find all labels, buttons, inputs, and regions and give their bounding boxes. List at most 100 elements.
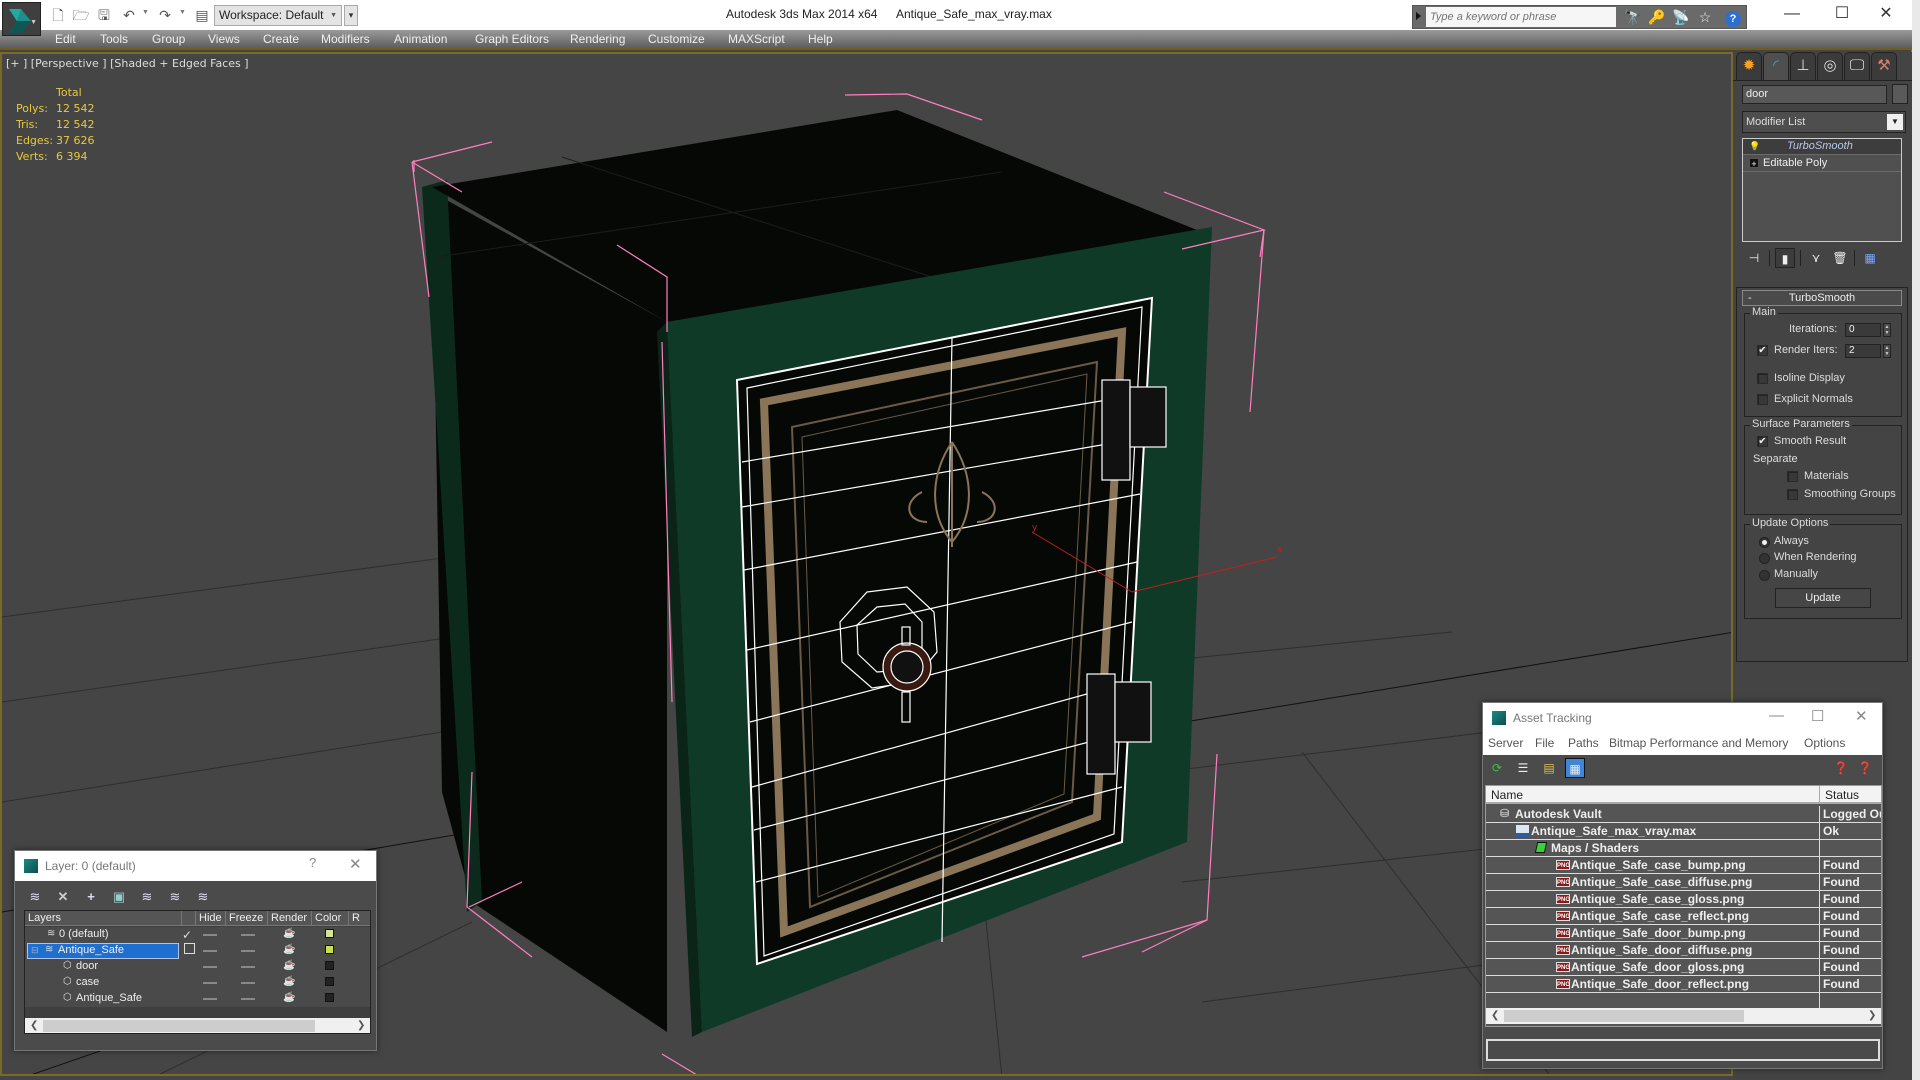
column-status[interactable]: Status xyxy=(1820,786,1881,804)
refresh-icon[interactable]: ⟳ xyxy=(1487,758,1507,778)
delete-layer-icon[interactable]: ✕ xyxy=(53,887,73,907)
hierarchy-tab[interactable]: ⊥ xyxy=(1790,52,1816,80)
when-rendering-radio[interactable] xyxy=(1759,553,1770,564)
menu-graph-editors[interactable]: Graph Editors xyxy=(475,32,549,46)
help-globe-icon[interactable]: ❓ xyxy=(1831,758,1851,778)
scroll-left-icon[interactable]: ❮ xyxy=(1491,1008,1499,1024)
save-file-icon[interactable]: 🖫 xyxy=(95,6,113,24)
menu-create[interactable]: Create xyxy=(263,32,299,46)
column-freeze[interactable]: Freeze xyxy=(226,911,268,926)
asset-row[interactable]: PNG Antique_Safe_case_diffuse.png Found xyxy=(1486,874,1881,891)
asset-row[interactable]: PNG Antique_Safe_case_reflect.png Found xyxy=(1486,908,1881,925)
menu-edit[interactable]: Edit xyxy=(55,32,76,46)
asset-row[interactable]: Maps / Shaders xyxy=(1486,840,1881,857)
menu-modifiers[interactable]: Modifiers xyxy=(321,32,370,46)
search-input[interactable] xyxy=(1426,7,1616,27)
project-folder-icon[interactable]: ▤ xyxy=(193,6,211,24)
menu-options[interactable]: Options xyxy=(1804,736,1845,750)
open-file-icon[interactable]: 🗁 xyxy=(72,6,90,24)
hide-toggle[interactable] xyxy=(203,998,217,1000)
quick-access-customize-button[interactable]: ▾ xyxy=(344,5,358,26)
tree-view-icon[interactable]: ▤ xyxy=(1539,758,1559,778)
modifier-list-dropdown[interactable]: Modifier List ▼ xyxy=(1742,111,1906,133)
help-icon[interactable]: ❓ xyxy=(1855,758,1875,778)
freeze-toggle[interactable] xyxy=(241,982,255,984)
manually-radio[interactable] xyxy=(1759,570,1770,581)
render-iters-spinner[interactable]: 2 xyxy=(1845,344,1881,358)
asset-row[interactable]: Antique_Safe_max_vray.max Ok xyxy=(1486,823,1881,840)
modify-tab[interactable]: ◜ xyxy=(1763,52,1789,80)
new-file-icon[interactable]: 🗋 xyxy=(49,6,67,24)
spinner-arrows-icon[interactable]: ▲ ▼ xyxy=(1883,323,1891,337)
create-layer-icon[interactable]: ≋ xyxy=(25,887,45,907)
menu-tools[interactable]: Tools xyxy=(100,32,128,46)
column-render[interactable]: Render xyxy=(268,911,312,926)
asset-row[interactable]: PNG Antique_Safe_door_bump.png Found xyxy=(1486,925,1881,942)
highlight-selected-layer-icon[interactable]: ≋ xyxy=(137,887,157,907)
column-current[interactable] xyxy=(182,911,196,926)
binoculars-search-icon[interactable]: 🔭 xyxy=(1623,8,1643,26)
layer-row[interactable]: ⬡ case ☕ xyxy=(25,975,370,991)
maximize-button[interactable]: ☐ xyxy=(1822,2,1862,26)
asset-row[interactable]: PNG Antique_Safe_door_diffuse.png Found xyxy=(1486,942,1881,959)
layer-row[interactable]: Antique_Safe ⊟ ≋ ☕ xyxy=(25,943,370,959)
layer-color-swatch[interactable] xyxy=(325,945,334,954)
smoothing-groups-checkbox[interactable] xyxy=(1787,489,1798,500)
expand-search-icon[interactable] xyxy=(1416,12,1421,20)
menu-views[interactable]: Views xyxy=(208,32,240,46)
current-layer-check-icon[interactable]: ✓ xyxy=(182,928,192,942)
undo-dropdown-icon[interactable]: ▼ xyxy=(142,9,149,16)
freeze-toggle[interactable] xyxy=(241,998,255,1000)
remove-modifier-icon[interactable]: 🗑 xyxy=(1830,248,1850,268)
asset-path-field[interactable] xyxy=(1486,1039,1880,1061)
render-teapot-icon[interactable]: ☕ xyxy=(283,976,295,987)
column-hide[interactable]: Hide xyxy=(196,911,226,926)
close-button[interactable]: ✕ xyxy=(1866,2,1906,26)
expand-plus-icon[interactable]: + xyxy=(1749,158,1759,169)
scroll-left-icon[interactable]: ❮ xyxy=(30,1018,38,1033)
freeze-toggle[interactable] xyxy=(241,950,255,952)
object-name-field[interactable]: door xyxy=(1742,85,1887,104)
stack-item-turbosmooth[interactable]: 💡 TurboSmooth xyxy=(1743,139,1901,155)
display-tab[interactable]: 🖵 xyxy=(1844,52,1870,80)
render-teapot-icon[interactable]: ☕ xyxy=(283,992,295,1003)
hide-toggle[interactable] xyxy=(203,950,217,952)
asset-row[interactable]: ⛁ Autodesk Vault Logged Ou xyxy=(1486,806,1881,823)
menu-animation[interactable]: Animation xyxy=(394,32,447,46)
freeze-toggle[interactable] xyxy=(241,966,255,968)
update-button[interactable]: Update xyxy=(1775,588,1871,608)
asset-row[interactable]: PNG Antique_Safe_case_bump.png Found xyxy=(1486,857,1881,874)
undo-icon[interactable]: ↶ xyxy=(120,6,138,24)
list-view-icon[interactable]: ☰ xyxy=(1513,758,1533,778)
iterations-spinner[interactable]: 0 xyxy=(1845,323,1881,337)
scroll-right-icon[interactable]: ❯ xyxy=(357,1018,365,1033)
layer-window-titlebar[interactable]: Layer: 0 (default) ? ✕ xyxy=(15,851,376,881)
set-current-box[interactable] xyxy=(184,943,195,954)
hide-toggle[interactable] xyxy=(203,966,217,968)
workspace-dropdown[interactable]: Workspace: Default ▼ xyxy=(214,5,342,26)
object-color-swatch[interactable] xyxy=(1892,84,1908,104)
asset-horizontal-scrollbar[interactable]: ❮ ❯ xyxy=(1486,1008,1881,1024)
table-view-icon[interactable]: ▦ xyxy=(1565,758,1585,778)
lightbulb-icon[interactable]: 💡 xyxy=(1749,141,1760,151)
column-name[interactable]: Name xyxy=(1486,786,1820,804)
redo-dropdown-icon[interactable]: ▼ xyxy=(179,9,186,16)
close-button[interactable]: ✕ xyxy=(1855,707,1868,725)
minimize-button[interactable]: — xyxy=(1769,707,1784,724)
explicit-normals-checkbox[interactable] xyxy=(1757,394,1768,405)
menu-help[interactable]: Help xyxy=(808,32,833,46)
layer-row[interactable]: ⬡ Antique_Safe ☕ xyxy=(25,991,370,1007)
create-tab[interactable]: ✹ xyxy=(1736,52,1762,80)
stack-item-editable-poly[interactable]: + Editable Poly xyxy=(1743,156,1901,172)
render-teapot-icon[interactable]: ☕ xyxy=(283,928,295,939)
help-button[interactable]: ? xyxy=(309,855,316,870)
utilities-tab[interactable]: ⚒ xyxy=(1871,52,1897,80)
hide-toggle[interactable] xyxy=(203,982,217,984)
configure-modifier-sets-icon[interactable]: ▦ xyxy=(1860,248,1880,268)
object-color-swatch[interactable] xyxy=(325,961,334,970)
column-radiosity[interactable]: R xyxy=(349,911,370,926)
layer-row[interactable]: ≋ 0 (default) ✓ ☕ xyxy=(25,927,370,943)
menu-group[interactable]: Group xyxy=(152,32,185,46)
make-unique-icon[interactable]: ⋎ xyxy=(1806,248,1826,268)
scroll-right-icon[interactable]: ❯ xyxy=(1868,1008,1876,1024)
